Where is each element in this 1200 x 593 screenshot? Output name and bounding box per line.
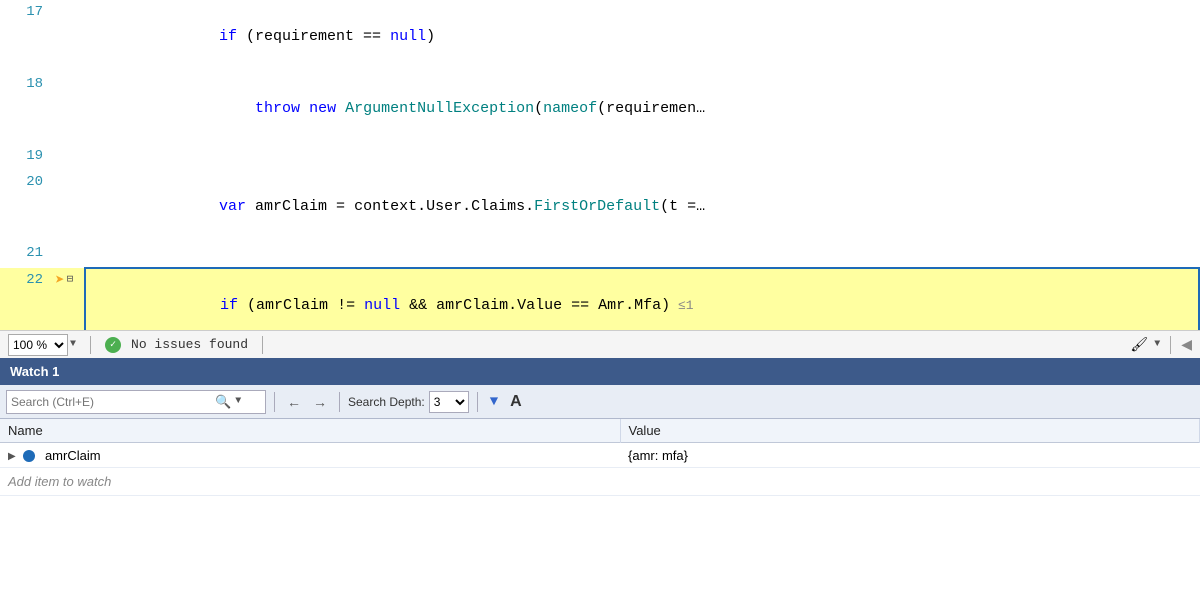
search-depth-select[interactable]: 3 1 2 4 5 [429, 391, 469, 413]
kw-null2: null [364, 297, 400, 314]
watch-col-value-header: Value [620, 419, 1200, 443]
code-content-21 [85, 241, 1199, 267]
search-dropdown-arrow[interactable]: ▼ [235, 396, 241, 407]
search-depth-label: Search Depth: [348, 395, 425, 409]
code-text: && amrClaim.Value == Amr.Mfa) [400, 297, 670, 314]
gutter-20 [55, 170, 85, 242]
gutter-18 [55, 72, 85, 144]
code-line-19: 19 [0, 144, 1199, 170]
code-text: nameof [543, 100, 597, 117]
watch-item-name: amrClaim [45, 448, 101, 463]
paint-dropdown-arrow[interactable]: ▼ [1154, 339, 1160, 350]
watch-item-value-cell: {amr: mfa} [620, 443, 1200, 468]
line-number-20: 20 [0, 170, 55, 242]
nav-left-button[interactable]: ◀ [1181, 336, 1192, 353]
watch-item-name-cell: ▶ amrClaim [0, 443, 620, 468]
status-separator-2 [262, 336, 263, 354]
no-issues-text: No issues found [131, 337, 248, 352]
watch-search-box[interactable]: 🔍 ▼ [6, 390, 266, 414]
status-bar: 100 % 50 % 75 % 125 % 150 % 200 % ▼ ✓ No… [0, 330, 1200, 358]
paint-tools: 🖌 ▼ ◀ [1130, 336, 1192, 354]
code-hint: ≤1 [670, 298, 693, 313]
toolbar-sep-3 [477, 392, 478, 412]
kw-null: null [390, 28, 426, 45]
code-line-20: 20 var amrClaim = context.User.Claims.Fi… [0, 170, 1199, 242]
code-line-17: 17 if (requirement == null) [0, 0, 1199, 72]
code-text: amrClaim = context.User.Claims. [246, 198, 534, 215]
nav-back-button[interactable]: ← [283, 392, 305, 412]
watch-table: Name Value ▶ amrClaim {amr: mfa} Add ite… [0, 419, 1200, 496]
kw-if: if [220, 297, 238, 314]
font-size-icon[interactable]: A [506, 391, 526, 413]
add-item-text: Add item to watch [8, 474, 111, 489]
toolbar-sep-2 [339, 392, 340, 412]
zoom-dropdown-arrow: ▼ [70, 339, 76, 350]
toolbar-sep-1 [274, 392, 275, 412]
paint-brush-button[interactable]: 🖌 [1130, 336, 1148, 353]
line-number-18: 18 [0, 72, 55, 144]
search-icon: 🔍 [215, 394, 231, 410]
code-text: ArgumentNullException [345, 100, 534, 117]
code-content-19 [85, 144, 1199, 170]
var-type-icon [23, 450, 35, 462]
code-content-20: var amrClaim = context.User.Claims.First… [85, 170, 1199, 242]
gutter-17 [55, 0, 85, 72]
watch-search-button[interactable]: 🔍 [215, 394, 231, 410]
code-text [183, 100, 255, 117]
code-text [183, 198, 219, 215]
zoom-select[interactable]: 100 % 50 % 75 % 125 % 150 % 200 % [8, 334, 68, 356]
code-content-18: throw new ArgumentNullException(nameof(r… [85, 72, 1199, 144]
line-number-21: 21 [0, 241, 55, 267]
code-text: ( [534, 100, 543, 117]
watch-item-value: {amr: mfa} [628, 448, 688, 463]
watch-table-container: Name Value ▶ amrClaim {amr: mfa} Add ite… [0, 419, 1200, 593]
add-item-label[interactable]: Add item to watch [0, 468, 1200, 496]
code-content-22: if (amrClaim != null && amrClaim.Value =… [85, 268, 1199, 331]
code-text: (t =… [660, 198, 705, 215]
watch-table-header-row: Name Value [0, 419, 1200, 443]
gutter-21 [55, 241, 85, 267]
status-separator-1 [90, 336, 91, 354]
paint-separator [1170, 336, 1171, 354]
kw-var: var [219, 198, 246, 215]
watch-panel-header: Watch 1 [0, 358, 1200, 385]
code-text: FirstOrDefault [534, 198, 660, 215]
kw-if: if [183, 28, 237, 45]
code-text: (requiremen… [597, 100, 705, 117]
expand-arrow-icon[interactable]: ▶ [8, 451, 16, 462]
watch-col-name-header: Name [0, 419, 620, 443]
code-table: 17 if (requirement == null) 18 throw new… [0, 0, 1200, 330]
line-number-22: 22 [0, 268, 55, 331]
watch-search-input[interactable] [11, 395, 211, 409]
code-text [300, 100, 309, 117]
code-line-22: 22 ➤ ⊟ if (amrClaim != null && amrClaim.… [0, 268, 1199, 331]
gutter-22: ➤ ⊟ [55, 268, 85, 331]
code-content-17: if (requirement == null) [85, 0, 1199, 72]
code-text: ) [426, 28, 435, 45]
gutter-19 [55, 144, 85, 170]
line-number-19: 19 [0, 144, 55, 170]
watch-title: Watch 1 [10, 364, 59, 379]
code-line-18: 18 throw new ArgumentNullException(nameo… [0, 72, 1199, 144]
code-line-21: 21 [0, 241, 1199, 267]
debug-arrow-icon: ➤ [55, 273, 65, 289]
collapse-btn[interactable]: ⊟ [67, 272, 74, 289]
watch-toolbar: 🔍 ▼ ← → Search Depth: 3 1 2 4 5 ▼ A [0, 385, 1200, 419]
code-text [184, 297, 220, 314]
no-issues-icon: ✓ [105, 337, 121, 353]
zoom-control[interactable]: 100 % 50 % 75 % 125 % 150 % 200 % ▼ [8, 334, 76, 356]
add-item-row[interactable]: Add item to watch [0, 468, 1200, 496]
line-number-17: 17 [0, 0, 55, 72]
filter-icon[interactable]: ▼ [486, 392, 502, 412]
kw-throw: throw [255, 100, 300, 117]
code-text: (requirement == [237, 28, 390, 45]
watch-item-amrClaim[interactable]: ▶ amrClaim {amr: mfa} [0, 443, 1200, 468]
nav-forward-button[interactable]: → [309, 392, 331, 412]
kw-new: new [309, 100, 336, 117]
code-text [336, 100, 345, 117]
code-text: (amrClaim != [238, 297, 364, 314]
code-editor: 17 if (requirement == null) 18 throw new… [0, 0, 1200, 330]
